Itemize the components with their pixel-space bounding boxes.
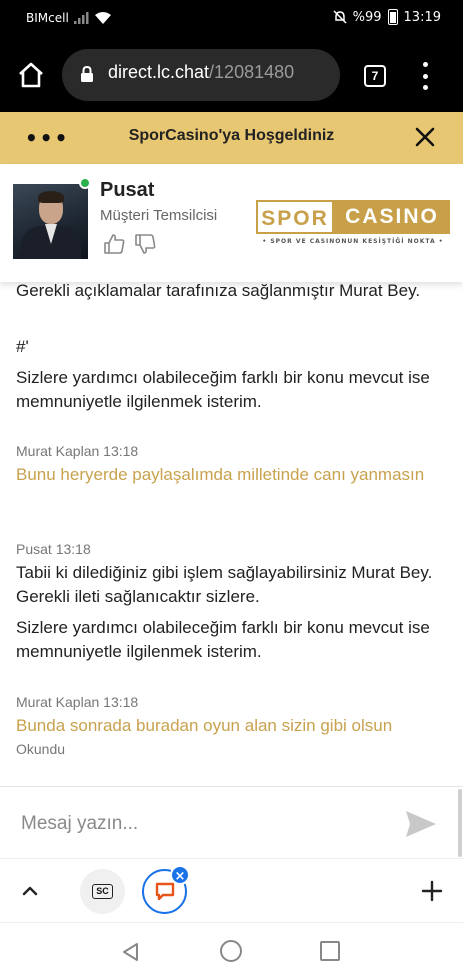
- agent-message: Sizlere yardımcı olabileceğim farklı bir…: [16, 618, 430, 661]
- clock: 13:19: [403, 9, 441, 25]
- read-receipt: Okundu: [16, 741, 66, 757]
- agent-name: Pusat: [100, 179, 155, 201]
- overflow-menu-icon[interactable]: [418, 62, 432, 90]
- sporcasino-tab[interactable]: SC: [80, 869, 125, 914]
- agent-card: Pusat Müşteri Temsilcisi SPOR CASINO • S…: [0, 164, 463, 282]
- home-icon[interactable]: [16, 60, 46, 90]
- browser-toolbar: direct.lc.chat/12081480 7: [0, 38, 463, 112]
- send-icon[interactable]: [404, 809, 438, 839]
- home-nav-icon[interactable]: [220, 940, 242, 962]
- chevron-up-icon[interactable]: [20, 881, 40, 901]
- thumbs-down-icon[interactable]: [134, 233, 156, 255]
- visitor-message: Bunu heryerde paylaşalımda milletinde ca…: [16, 465, 425, 484]
- lock-icon: [81, 66, 93, 82]
- carrier-label: BIMcell: [26, 11, 69, 25]
- status-bar: BIMcell %99 13:19: [0, 0, 463, 38]
- message-input[interactable]: Mesaj yazın...: [21, 813, 138, 835]
- browser-bottom-toolbar: SC ×: [0, 858, 463, 922]
- agent-message: Gerekli açıklamalar tarafınıza sağlanmış…: [16, 282, 421, 300]
- message-meta: Murat Kaplan 13:18: [16, 694, 139, 710]
- wifi-icon: [95, 12, 111, 24]
- sc-favicon-icon: SC: [92, 884, 113, 899]
- mute-icon: [333, 10, 347, 24]
- agent-message: #': [16, 337, 29, 356]
- agent-role: Müşteri Temsilcisi: [100, 207, 218, 224]
- plus-icon[interactable]: [420, 879, 444, 903]
- chat-header: ••• SporCasino'ya Hoşgeldiniz: [0, 112, 463, 164]
- url-host: direct.lc.chat: [108, 62, 210, 82]
- message-list: Gerekli açıklamalar tarafınıza sağlanmış…: [0, 282, 463, 786]
- signal-icon: [74, 12, 89, 24]
- message-meta: Murat Kaplan 13:18: [16, 443, 139, 459]
- battery-percent: %99: [352, 9, 382, 25]
- message-composer[interactable]: Mesaj yazın...: [0, 786, 463, 858]
- visitor-message: Bunda sonrada buradan oyun alan sizin gi…: [16, 716, 393, 735]
- url-text: direct.lc.chat/12081480: [108, 62, 294, 83]
- agent-message: Sizlere yardımcı olabileceğim farklı bir…: [16, 368, 430, 411]
- tab-switcher-button[interactable]: 7: [364, 65, 386, 87]
- system-nav-bar: [0, 922, 463, 978]
- agent-message: Tabii ki dilediğiniz gibi işlem sağlayab…: [16, 563, 433, 606]
- battery-icon: [387, 9, 398, 25]
- url-path: /12081480: [209, 62, 295, 82]
- close-icon[interactable]: [413, 125, 437, 149]
- scrollbar[interactable]: [458, 789, 462, 857]
- sporcasino-logo: SPOR CASINO • SPOR VE CASINONUN KESİŞTİĞ…: [256, 200, 450, 249]
- url-bar[interactable]: direct.lc.chat/12081480: [62, 49, 340, 101]
- message-meta: Pusat 13:18: [16, 541, 91, 557]
- chat-bubble-icon: [155, 882, 175, 900]
- chat-title: SporCasino'ya Hoşgeldiniz: [128, 127, 335, 144]
- close-tab-badge[interactable]: ×: [170, 865, 190, 885]
- back-icon[interactable]: [120, 941, 142, 963]
- thumbs-up-icon[interactable]: [103, 233, 125, 255]
- status-right: %99 13:19: [333, 9, 441, 25]
- recents-icon[interactable]: [320, 941, 340, 961]
- online-status-dot: [79, 177, 91, 189]
- avatar: [13, 184, 88, 259]
